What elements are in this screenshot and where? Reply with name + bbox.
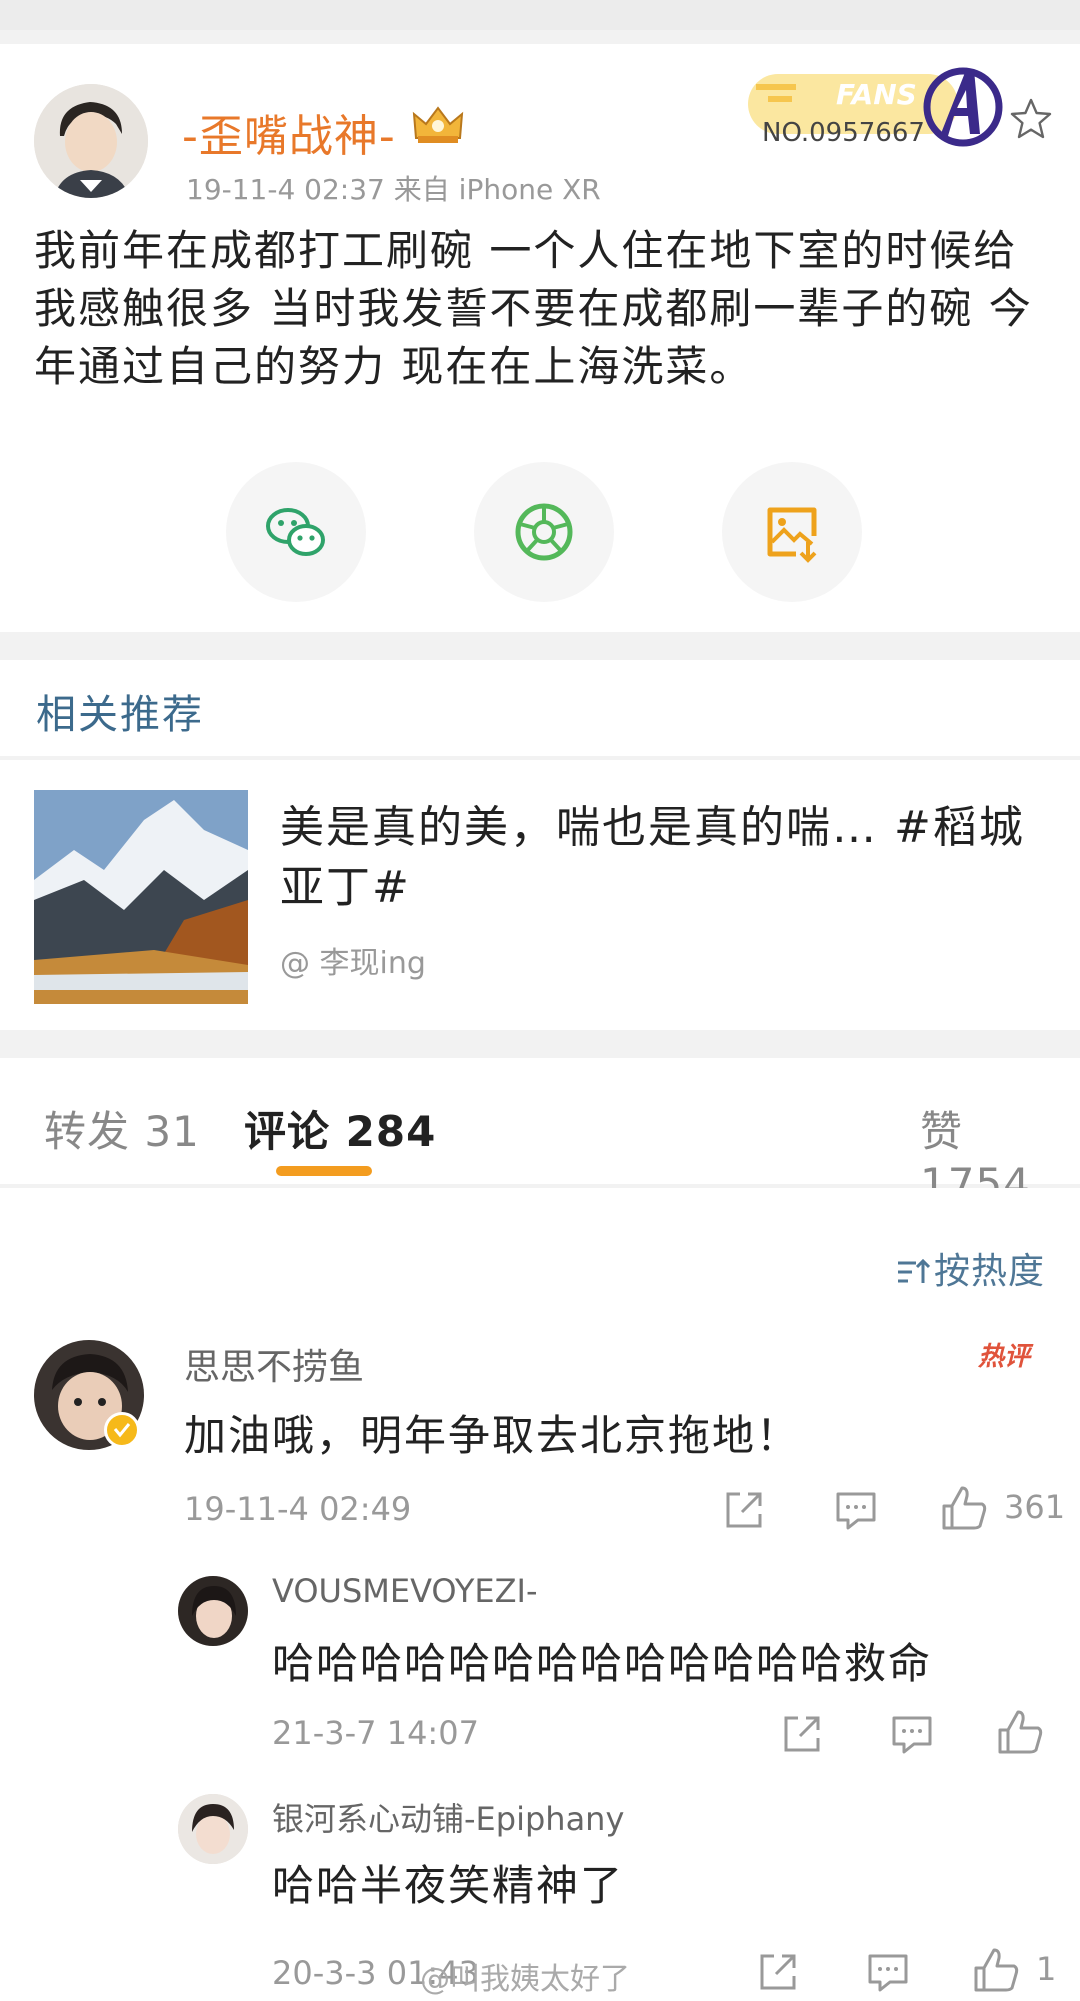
reply-text: 哈哈哈哈哈哈哈哈哈哈哈哈哈救命 — [272, 1639, 933, 1688]
hot-comment-badge: 热评 — [978, 1342, 1031, 1372]
like-icon[interactable] — [996, 1708, 1044, 1756]
tab-comments[interactable]: 评论 284 — [244, 1098, 436, 1159]
recommend-item[interactable]: 美是真的美，喘也是真的喘… #稻城亚丁# @ 李现ing — [0, 760, 1080, 1030]
recommend-thumbnail[interactable] — [34, 790, 248, 1004]
favorite-star-icon[interactable] — [1008, 96, 1054, 142]
reply-avatar[interactable] — [178, 1794, 248, 1864]
reply-username[interactable]: VOUSMEVOYEZI- — [272, 1572, 538, 1610]
post-meta: 19-11-4 02:37 来自 iPhone XR — [186, 173, 601, 206]
post-card: -歪嘴战神- 19-11-4 02:37 来自 iPhone XR FANS N… — [0, 44, 1080, 632]
like-icon[interactable] — [940, 1484, 988, 1532]
recommend-author[interactable]: @ 李现ing — [280, 938, 426, 982]
recommend-text: 美是真的美，喘也是真的喘… #稻城亚丁# — [280, 802, 1025, 913]
like-count: 1 — [1036, 1950, 1057, 1988]
like-count: 361 — [1004, 1488, 1066, 1526]
comment-username[interactable]: 思思不捞鱼 — [184, 1338, 364, 1390]
comment-text: 加油哦，明年争取去北京拖地！ — [184, 1411, 801, 1460]
recommend-title: 相关推荐 — [36, 692, 204, 738]
sort-label: 按热度 — [934, 1251, 1046, 1292]
reply-icon[interactable] — [834, 1488, 878, 1532]
wechat-icon — [266, 508, 325, 556]
reply-time: 21-3-7 14:07 — [272, 1714, 479, 1752]
post-text: 我前年在成都打工刷碗 一个人住在地下室的时候给我感触很多 当时我发誓不要在成都刷… — [34, 226, 1033, 391]
recommend-header: 相关推荐 — [0, 660, 1080, 756]
avengers-logo-icon — [923, 67, 1003, 147]
reply-text: 哈哈半夜笑精神了 — [272, 1861, 625, 1910]
forward-icon[interactable] — [780, 1712, 824, 1756]
reply-avatar[interactable] — [178, 1576, 248, 1646]
fans-badge: FANS NO.0957667 — [748, 56, 1010, 160]
like-icon[interactable] — [972, 1946, 1020, 1994]
comment-time: 19-11-4 02:49 — [184, 1490, 412, 1528]
save-image-button[interactable] — [722, 462, 862, 602]
verified-badge-icon — [104, 1412, 140, 1448]
tab-bar: 转发 31 评论 284 赞 1754 — [0, 1058, 1080, 1208]
fans-label: FANS — [836, 78, 917, 111]
forward-icon[interactable] — [756, 1950, 800, 1994]
sort-button[interactable]: 按热度 — [896, 1242, 1045, 1294]
forward-icon[interactable] — [722, 1488, 766, 1532]
reply-icon[interactable] — [866, 1950, 910, 1994]
watermark: @叫我姨太好了 — [420, 1962, 630, 1997]
save-image-icon — [767, 507, 817, 563]
tab-repost[interactable]: 转发 31 — [44, 1098, 200, 1159]
comments-section: 按热度 思思不捞鱼 热评 加油哦，明年争取去北京拖地！ 19-11-4 02:4… — [0, 1188, 1080, 2001]
reply-icon[interactable] — [890, 1712, 934, 1756]
moments-icon — [515, 503, 573, 561]
fans-number: NO.0957667 — [762, 118, 925, 148]
share-wechat-button[interactable] — [226, 462, 366, 602]
sort-icon — [898, 1258, 931, 1283]
reply-username[interactable]: 银河系心动铺-Epiphany — [272, 1794, 624, 1840]
active-tab-indicator — [276, 1166, 372, 1176]
share-moments-button[interactable] — [474, 462, 614, 602]
top-strip — [0, 0, 1080, 30]
post-username[interactable]: -歪嘴战神- — [182, 100, 396, 164]
post-avatar[interactable] — [34, 84, 148, 198]
crown-icon — [412, 106, 464, 143]
